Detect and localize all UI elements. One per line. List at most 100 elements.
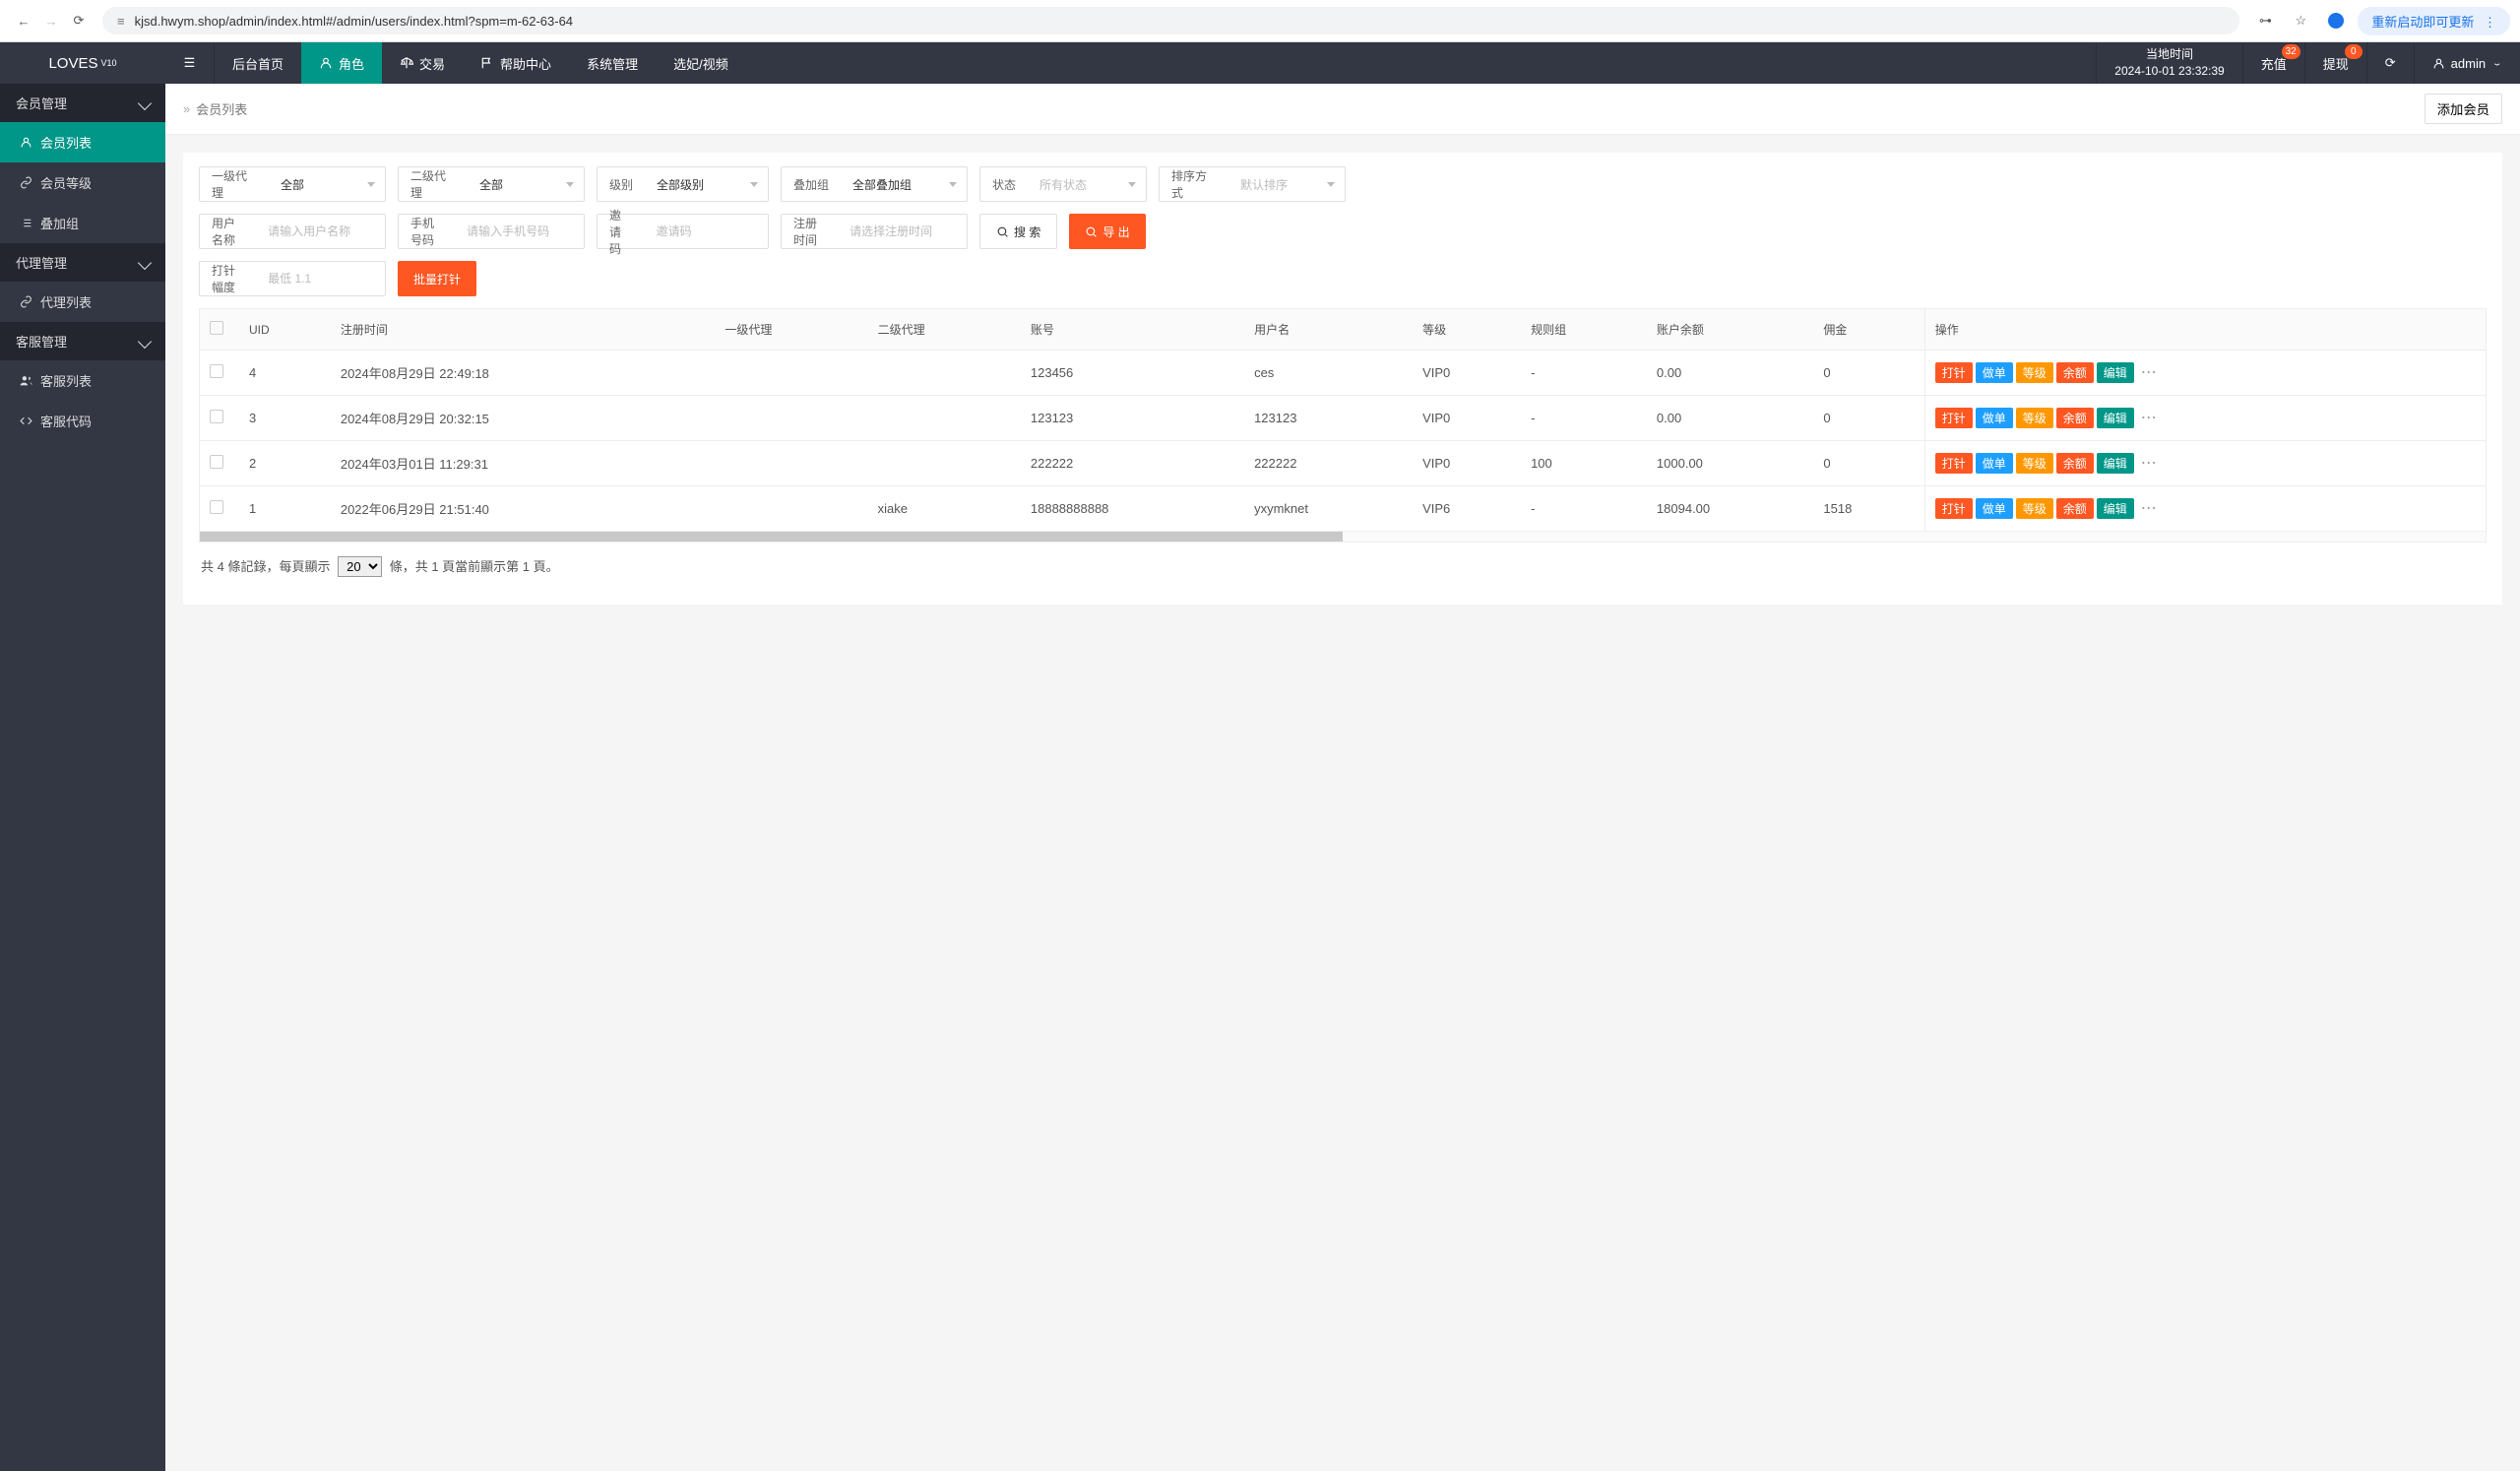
sidebar-item-member-list[interactable]: 会员列表 xyxy=(0,122,165,162)
sidebar-item-stack-group[interactable]: 叠加组 xyxy=(0,203,165,243)
chevron-down-icon xyxy=(138,96,152,109)
invite-input[interactable] xyxy=(645,215,768,248)
op-balance-button[interactable]: 余额 xyxy=(2056,498,2094,519)
op-inject-button[interactable]: 打针 xyxy=(1935,498,1973,519)
op-inject-button[interactable]: 打针 xyxy=(1935,362,1973,383)
chevron-down-icon xyxy=(138,334,152,348)
op-edit-button[interactable]: 编辑 xyxy=(2097,453,2134,474)
pagination-suffix: 條，共 1 頁當前顯示第 1 頁。 xyxy=(390,559,559,574)
export-button[interactable]: 导 出 xyxy=(1069,214,1145,249)
list-icon xyxy=(20,217,32,229)
regtime-input[interactable] xyxy=(838,215,967,248)
nav-home[interactable]: 后台首页 xyxy=(215,42,301,84)
sidebar-item-cs-list[interactable]: 客服列表 xyxy=(0,360,165,401)
sidebar-item-agent-list[interactable]: 代理列表 xyxy=(0,282,165,322)
back-button[interactable]: ← xyxy=(10,7,37,34)
add-member-button[interactable]: 添加会员 xyxy=(2425,94,2502,124)
menu-toggle[interactable]: ☰ xyxy=(165,42,215,84)
page-size-select[interactable]: 20 xyxy=(338,556,382,577)
sidebar-group-agent[interactable]: 代理管理 xyxy=(0,243,165,282)
op-balance-button[interactable]: 余额 xyxy=(2056,408,2094,428)
nav-media[interactable]: 选妃/视频 xyxy=(656,42,746,84)
filter-level[interactable]: 级别 全部级别 xyxy=(597,166,769,202)
filter-status[interactable]: 状态 所有状态 xyxy=(979,166,1147,202)
op-level-button[interactable]: 等级 xyxy=(2016,408,2053,428)
op-order-button[interactable]: 做单 xyxy=(1976,453,2013,474)
op-more-button[interactable]: ⋯ xyxy=(2137,500,2161,517)
restart-button[interactable]: 重新启动即可更新 ⋮ xyxy=(2358,7,2510,35)
cell-agent1 xyxy=(715,486,867,532)
site-info-icon[interactable]: ≡ xyxy=(117,14,125,29)
page-title: 会员列表 xyxy=(196,99,247,118)
row-checkbox[interactable] xyxy=(210,500,223,514)
sidebar-group-cs[interactable]: 客服管理 xyxy=(0,322,165,360)
row-checkbox[interactable] xyxy=(210,455,223,469)
col-commission: 佣金 xyxy=(1813,309,1924,351)
reload-button[interactable]: ⟳ xyxy=(65,7,93,34)
row-checkbox[interactable] xyxy=(210,364,223,378)
op-inject-button[interactable]: 打针 xyxy=(1935,408,1973,428)
nav-role[interactable]: 角色 xyxy=(301,42,382,84)
phone-input[interactable] xyxy=(455,215,584,248)
sidebar-group-member[interactable]: 会员管理 xyxy=(0,84,165,122)
chevron-down-icon xyxy=(367,182,375,187)
op-more-button[interactable]: ⋯ xyxy=(2137,364,2161,381)
row-checkbox[interactable] xyxy=(210,410,223,423)
sidebar-item-member-level[interactable]: 会员等级 xyxy=(0,162,165,203)
col-rulegrp: 规则组 xyxy=(1521,309,1647,351)
star-icon[interactable]: ☆ xyxy=(2287,7,2314,34)
filter-agent2[interactable]: 二级代理 全部 xyxy=(398,166,585,202)
browser-chrome: ← → ⟳ ≡ kjsd.hwym.shop/admin/index.html#… xyxy=(0,0,2520,42)
user-icon xyxy=(2432,57,2445,70)
nav-sysmgmt[interactable]: 系统管理 xyxy=(569,42,656,84)
user-menu[interactable]: admin ⌄ xyxy=(2414,42,2520,84)
chevron-down-icon xyxy=(949,182,957,187)
forward-button[interactable]: → xyxy=(37,7,65,34)
op-more-button[interactable]: ⋯ xyxy=(2137,410,2161,426)
profile-avatar[interactable] xyxy=(2322,7,2350,34)
op-level-button[interactable]: 等级 xyxy=(2016,498,2053,519)
op-order-button[interactable]: 做单 xyxy=(1976,362,2013,383)
scale-icon xyxy=(400,56,413,70)
op-edit-button[interactable]: 编辑 xyxy=(2097,498,2134,519)
key-icon[interactable]: ⊶ xyxy=(2251,7,2279,34)
nav-help[interactable]: 帮助中心 xyxy=(463,42,569,84)
op-more-button[interactable]: ⋯ xyxy=(2137,455,2161,472)
url-bar[interactable]: ≡ kjsd.hwym.shop/admin/index.html#/admin… xyxy=(102,7,2239,34)
nav-trade[interactable]: 交易 xyxy=(382,42,463,84)
filter-username: 用户名称 xyxy=(199,214,386,249)
col-username: 用户名 xyxy=(1244,309,1413,351)
cell-commission: 0 xyxy=(1813,396,1924,441)
op-balance-button[interactable]: 余额 xyxy=(2056,362,2094,383)
op-inject-button[interactable]: 打针 xyxy=(1935,453,1973,474)
op-edit-button[interactable]: 编辑 xyxy=(2097,362,2134,383)
op-order-button[interactable]: 做单 xyxy=(1976,408,2013,428)
filter-stack[interactable]: 叠加组 全部叠加组 xyxy=(781,166,968,202)
nav-withdraw[interactable]: 0 提现 xyxy=(2304,42,2366,84)
range-input[interactable] xyxy=(256,262,385,295)
cell-agent2 xyxy=(868,351,1021,396)
url-text: kjsd.hwym.shop/admin/index.html#/admin/u… xyxy=(135,14,573,29)
search-button[interactable]: 搜 索 xyxy=(979,214,1057,249)
op-level-button[interactable]: 等级 xyxy=(2016,362,2053,383)
batch-inject-button[interactable]: 批量打针 xyxy=(398,261,476,296)
cell-commission: 0 xyxy=(1813,441,1924,486)
select-all-checkbox[interactable] xyxy=(210,321,223,335)
cell-regtime: 2024年03月01日 11:29:31 xyxy=(331,441,716,486)
col-ops: 操作 xyxy=(1924,309,2486,351)
op-edit-button[interactable]: 编辑 xyxy=(2097,408,2134,428)
filter-agent1[interactable]: 一级代理 全部 xyxy=(199,166,386,202)
filter-inject-range: 打针幅度 xyxy=(199,261,386,296)
op-level-button[interactable]: 等级 xyxy=(2016,453,2053,474)
op-order-button[interactable]: 做单 xyxy=(1976,498,2013,519)
refresh-button[interactable]: ⟳ xyxy=(2366,42,2414,84)
nav-recharge[interactable]: 32 充值 xyxy=(2242,42,2304,84)
op-balance-button[interactable]: 余额 xyxy=(2056,453,2094,474)
chevron-down-icon xyxy=(750,182,758,187)
cell-agent1 xyxy=(715,351,867,396)
username-input[interactable] xyxy=(256,215,385,248)
horizontal-scrollbar[interactable] xyxy=(200,532,2486,542)
sidebar-item-cs-code[interactable]: 客服代码 xyxy=(0,401,165,441)
user-icon xyxy=(319,56,333,70)
filter-sort[interactable]: 排序方式 默认排序 xyxy=(1159,166,1346,202)
